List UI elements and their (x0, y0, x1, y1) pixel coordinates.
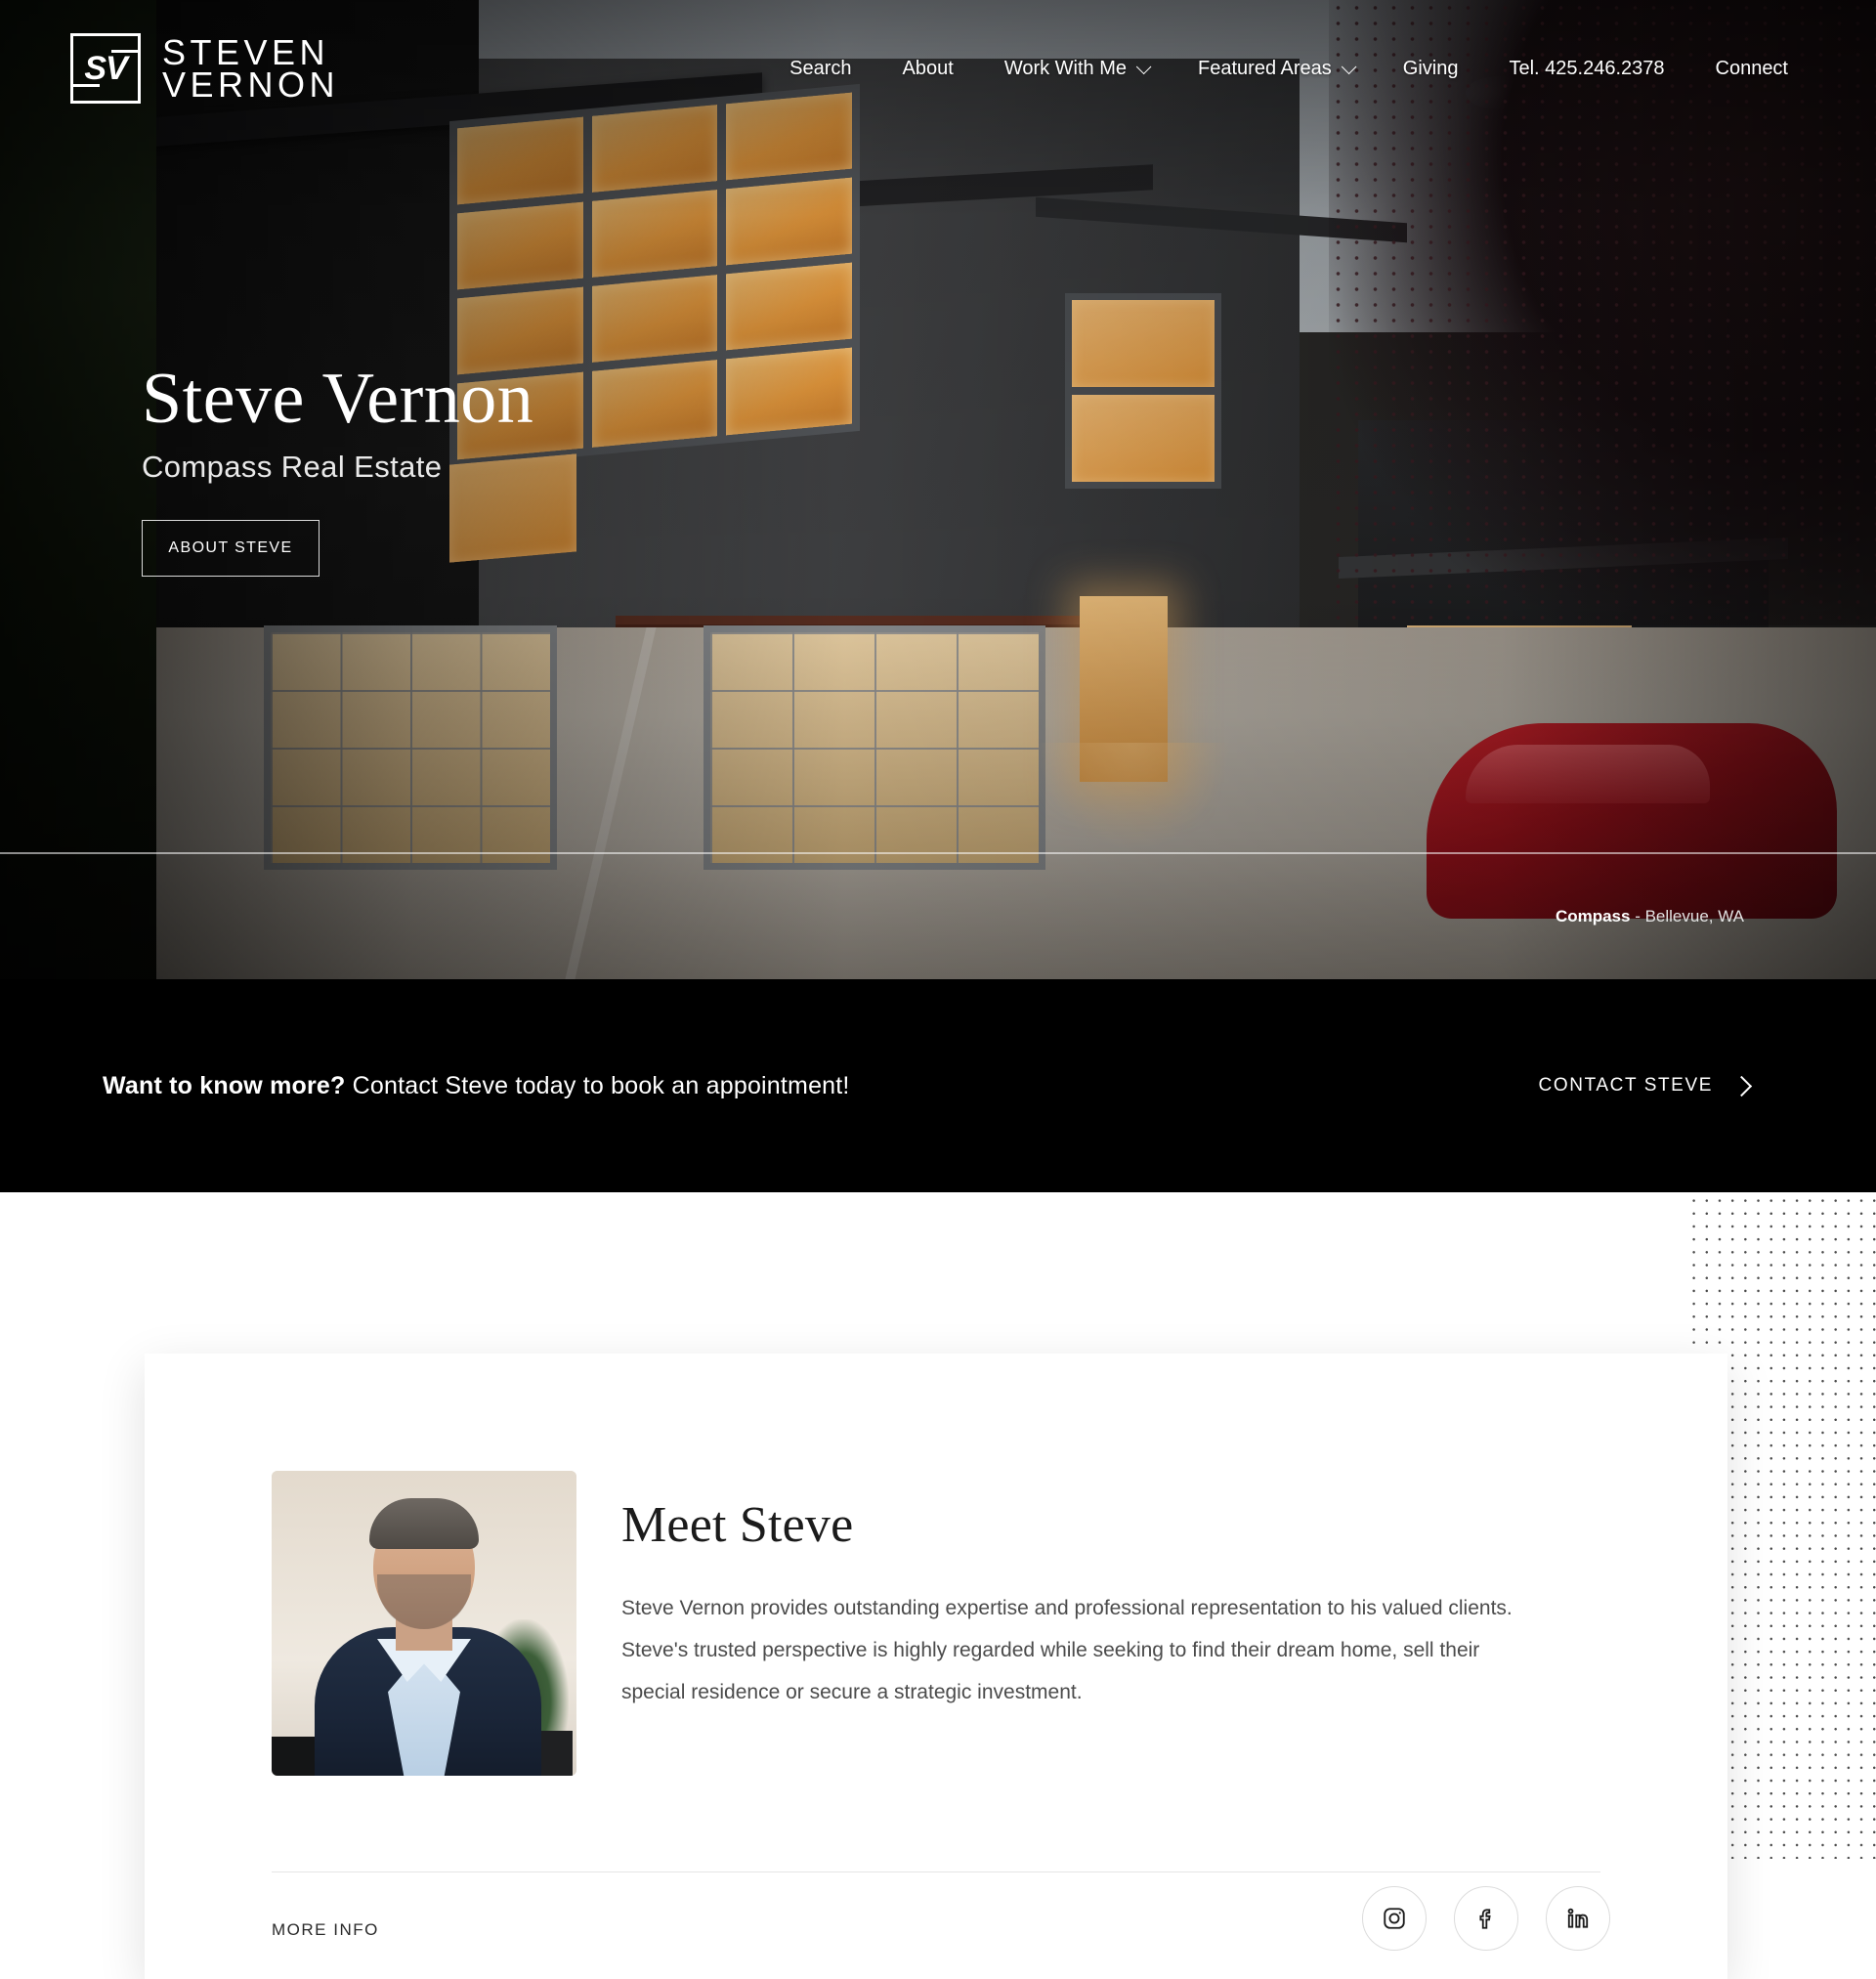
chevron-right-icon (1730, 1075, 1753, 1097)
nav-item-featured-areas[interactable]: Featured Areas (1172, 58, 1378, 80)
hero-copy: Steve Vernon Compass Real Estate ABOUT S… (142, 359, 534, 577)
contact-steve-label: CONTACT STEVE (1538, 1075, 1713, 1096)
hero-section: SV STEVEN VERNON Search About Work With … (0, 0, 1876, 979)
nav-label: Connect (1715, 57, 1789, 79)
nav-item-about[interactable]: About (877, 58, 979, 80)
meet-steve-card: Meet Steve Steve Vernon provides outstan… (145, 1354, 1727, 1979)
facebook-icon[interactable] (1454, 1886, 1518, 1951)
cta-headline-rest: Contact Steve today to book an appointme… (345, 1071, 850, 1099)
hero-divider-line (0, 852, 1876, 854)
watermark-brand: Compass (1555, 907, 1631, 925)
meet-steve-section: Meet Steve Steve Vernon provides outstan… (0, 1192, 1876, 1979)
contact-cta-band: Want to know more? Contact Steve today t… (0, 979, 1876, 1192)
instagram-icon[interactable] (1362, 1886, 1427, 1951)
nav-label: Giving (1402, 57, 1459, 79)
nav-item-giving[interactable]: Giving (1378, 58, 1484, 80)
nav-label: Search (789, 57, 852, 79)
bio-block: Meet Steve Steve Vernon provides outstan… (621, 1471, 1540, 1776)
compass-watermark: Compass - Bellevue, WA (1556, 907, 1744, 926)
logo-wordmark: STEVEN VERNON (162, 34, 340, 105)
nav-label: Featured Areas (1198, 57, 1332, 79)
nav-item-search[interactable]: Search (764, 58, 876, 80)
more-info-link[interactable]: MORE INFO (272, 1920, 379, 1940)
site-logo[interactable]: SV STEVEN VERNON (70, 33, 339, 104)
chevron-down-icon (1135, 59, 1152, 74)
cta-headline: Want to know more? Contact Steve today t… (103, 1072, 850, 1100)
hero-subtitle: Compass Real Estate (142, 449, 443, 484)
card-divider (272, 1871, 1600, 1872)
meet-steve-paragraph: Steve Vernon provides outstanding expert… (621, 1597, 1513, 1704)
steve-vernon-headshot (272, 1471, 576, 1776)
about-steve-button[interactable]: ABOUT STEVE (142, 519, 320, 577)
cta-headline-bold: Want to know more? (103, 1071, 346, 1099)
nav-item-telephone[interactable]: Tel. 425.246.2378 (1483, 58, 1689, 80)
logo-monogram-text: SV (84, 49, 127, 87)
meet-steve-heading: Meet Steve (621, 1497, 854, 1553)
nav-label: About (902, 57, 954, 79)
logo-line-2: VERNON (162, 65, 340, 105)
nav-label: Tel. 425.246.2378 (1509, 57, 1665, 79)
watermark-location: - Bellevue, WA (1630, 907, 1744, 925)
sv-monogram-icon: SV (70, 33, 141, 104)
site-header: SV STEVEN VERNON Search About Work With … (0, 0, 1876, 137)
linkedin-icon[interactable] (1546, 1886, 1610, 1951)
nav-item-connect[interactable]: Connect (1690, 58, 1814, 80)
nav-item-work-with-me[interactable]: Work With Me (979, 58, 1172, 80)
hero-title: Steve Vernon (142, 359, 534, 439)
contact-steve-button[interactable]: CONTACT STEVE (1538, 1075, 1753, 1097)
main-navigation: Search About Work With Me Featured Areas… (764, 58, 1813, 80)
nav-label: Work With Me (1003, 57, 1128, 79)
social-links (1362, 1886, 1610, 1951)
chevron-down-icon (1341, 59, 1357, 74)
